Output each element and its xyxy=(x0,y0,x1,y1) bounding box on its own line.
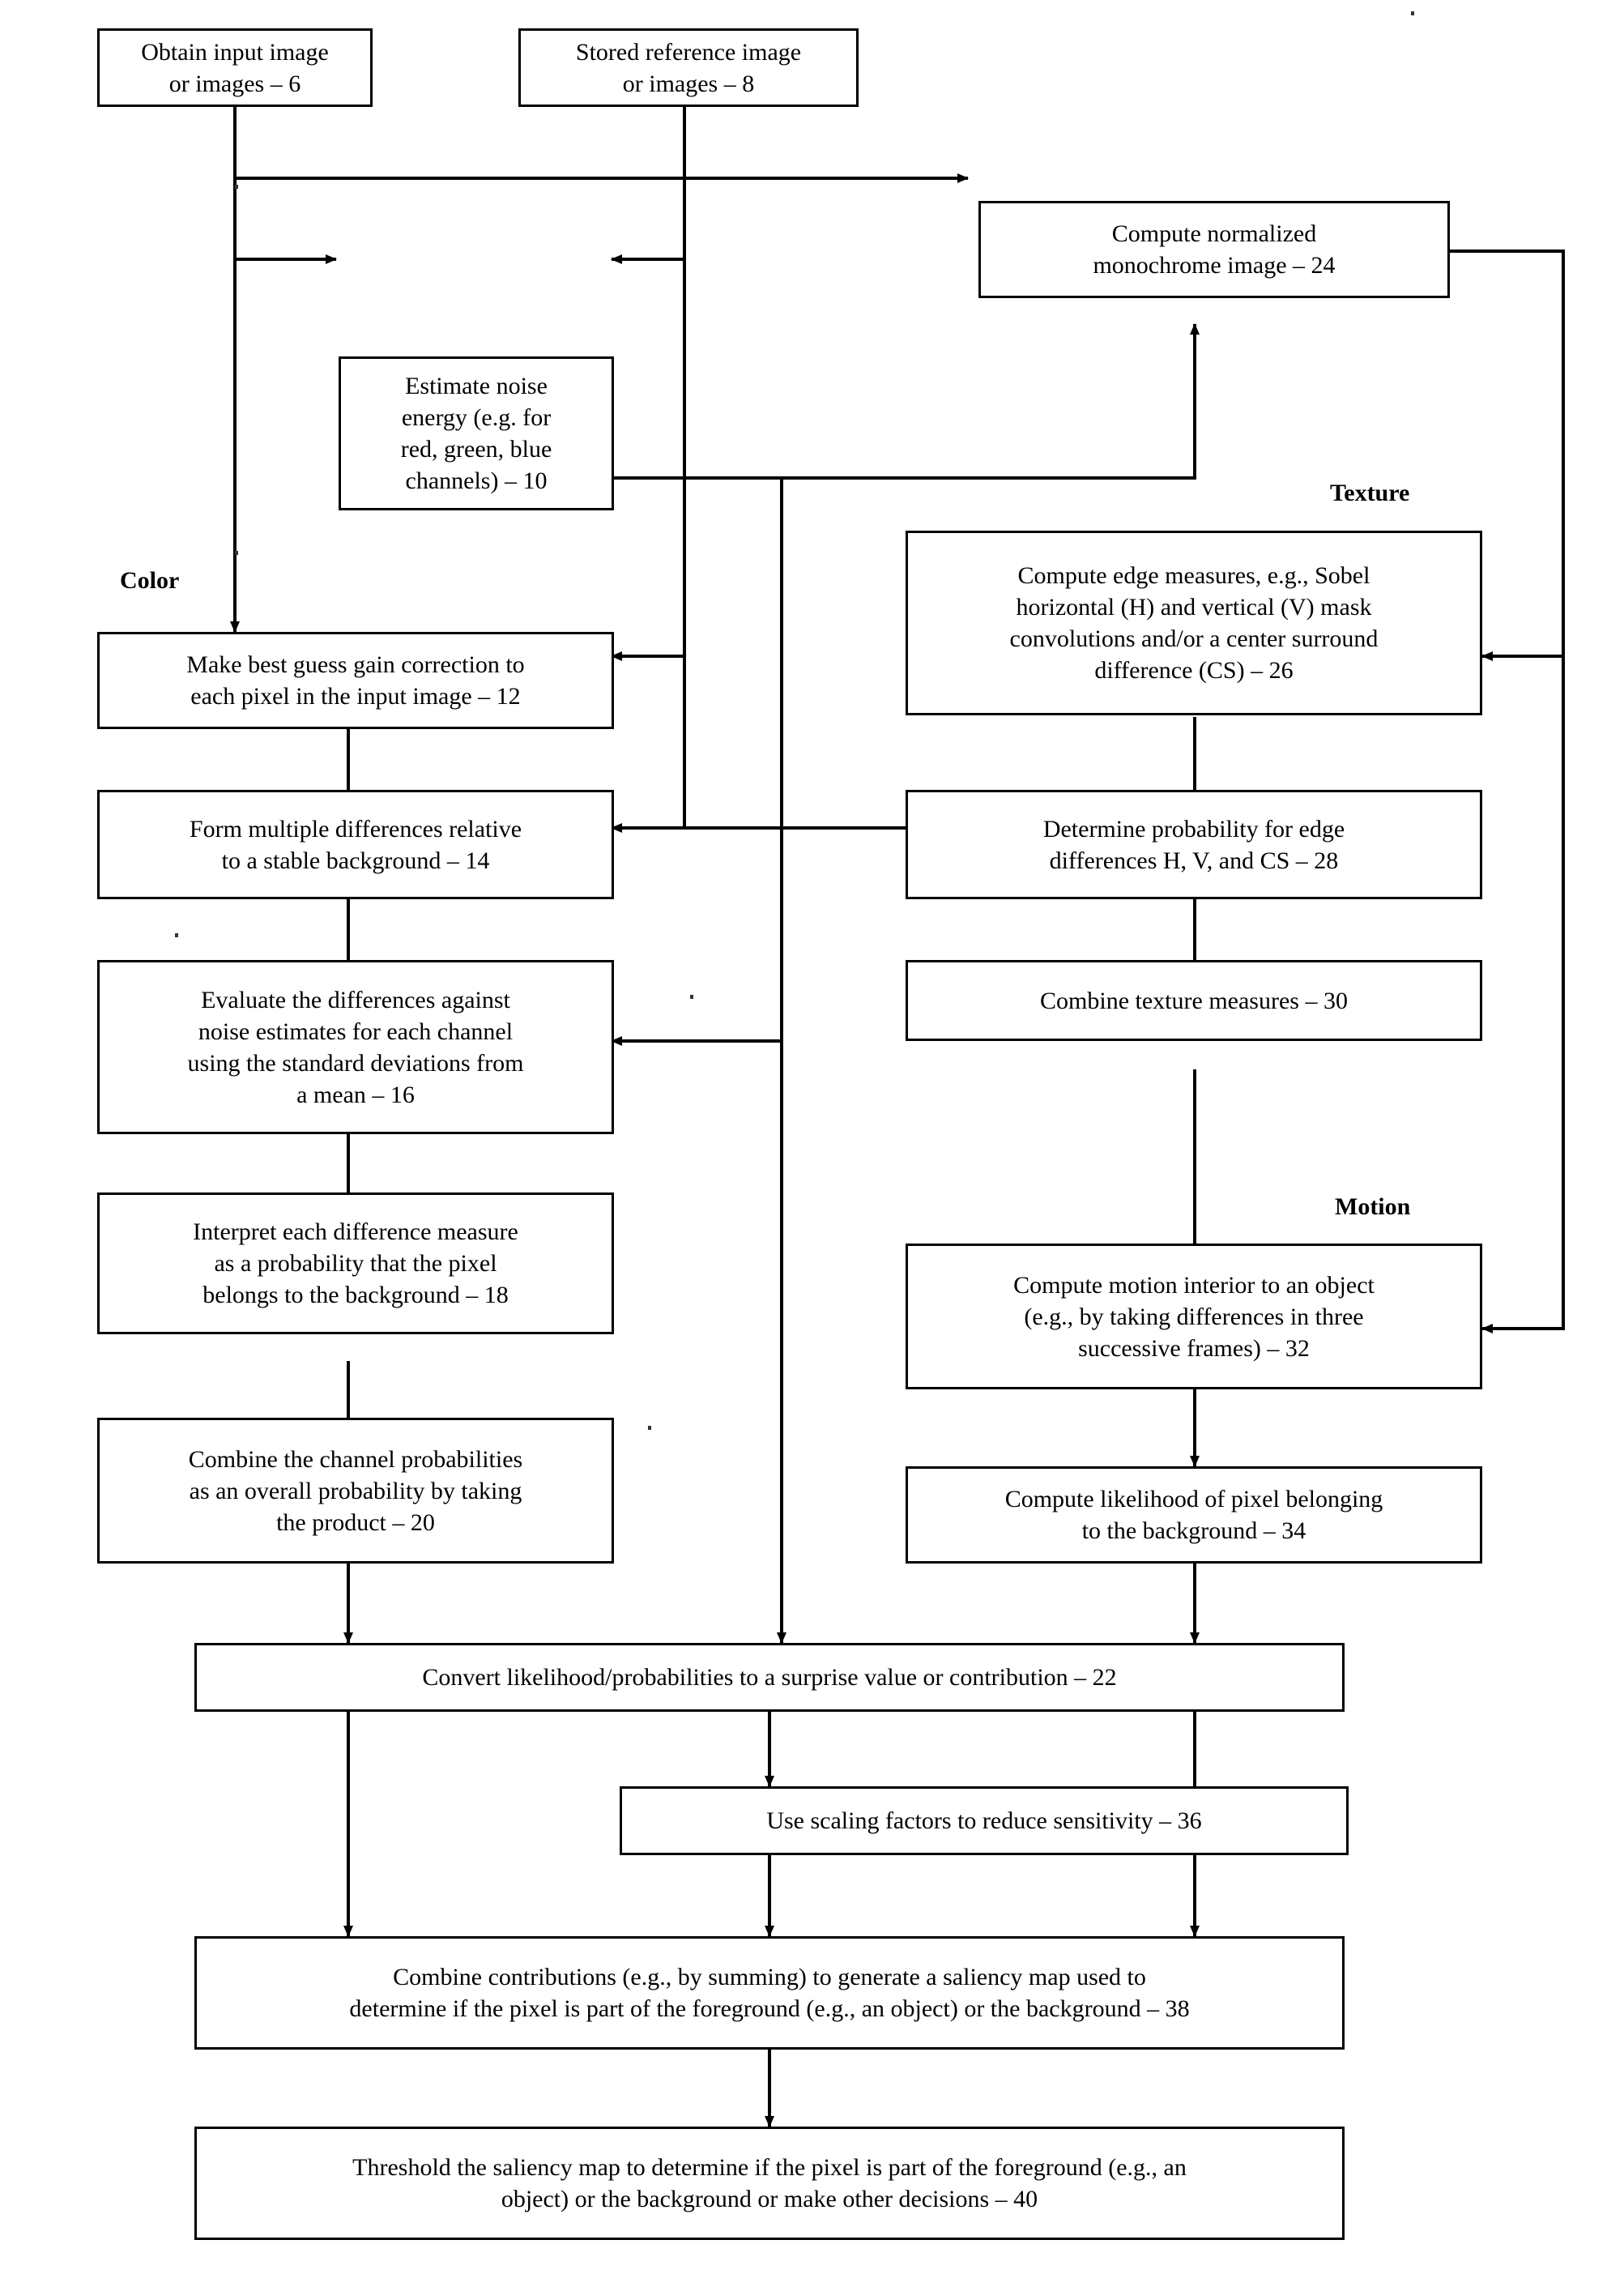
node-22: Convert likelihood/probabilities to a su… xyxy=(194,1643,1345,1712)
node-20: Combine the channel probabilities as an o… xyxy=(97,1418,614,1564)
node-30: Combine texture measures – 30 xyxy=(906,960,1482,1041)
scan-speck xyxy=(1411,11,1414,15)
node-36: Use scaling factors to reduce sensitivit… xyxy=(620,1786,1349,1855)
node-18-label: Interpret each difference measure as a pr… xyxy=(193,1218,518,1308)
scan-speck xyxy=(235,551,238,555)
node-28: Determine probability for edge difference… xyxy=(906,790,1482,899)
group-label-motion: Motion xyxy=(1335,1193,1411,1220)
node-40: Threshold the saliency map to determine … xyxy=(194,2127,1345,2240)
node-36-label: Use scaling factors to reduce sensitivit… xyxy=(766,1807,1202,1834)
node-34: Compute likelihood of pixel belonging to … xyxy=(906,1466,1482,1564)
node-34-label: Compute likelihood of pixel belonging to … xyxy=(1004,1486,1383,1544)
connector-layer xyxy=(230,105,1565,2127)
flowchart-page: Obtain input image or images – 6 Stored r… xyxy=(0,0,1624,2274)
node-8-label: Stored reference image or images – 8 xyxy=(575,38,802,97)
node-26: Compute edge measures, e.g., Sobel horizo… xyxy=(906,531,1482,715)
node-38: Combine contributions (e.g., by summing)… xyxy=(194,1936,1345,2050)
node-6: Obtain input image or images – 6 xyxy=(97,28,373,107)
group-label-color: Color xyxy=(120,567,180,594)
node-38-label: Combine contributions (e.g., by summing)… xyxy=(349,1964,1190,2022)
scan-speck xyxy=(235,185,238,189)
scan-speck xyxy=(690,995,693,999)
node-10: Estimate noise energy (e.g. for red, green… xyxy=(339,356,614,510)
node-28-label: Determine probability for edge difference… xyxy=(1042,815,1345,874)
node-20-label: Combine the channel probabilities as an o… xyxy=(188,1445,523,1536)
node-6-label: Obtain input image or images – 6 xyxy=(141,38,329,97)
node-22-label: Convert likelihood/probabilities to a su… xyxy=(422,1664,1117,1691)
node-14-label: Form multiple differences relative to a s… xyxy=(189,815,522,874)
group-label-texture: Texture xyxy=(1330,480,1410,506)
node-12-label: Make best guess gain correction to each p… xyxy=(186,651,525,710)
node-16: Evaluate the differences against noise es… xyxy=(97,960,614,1134)
node-12: Make best guess gain correction to each p… xyxy=(97,632,614,729)
node-14: Form multiple differences relative to a s… xyxy=(97,790,614,899)
node-40-label: Threshold the saliency map to determine … xyxy=(352,2154,1187,2212)
scan-speck xyxy=(648,1426,651,1430)
scan-speck xyxy=(175,933,178,937)
node-10-label: Estimate noise energy (e.g. for red, green… xyxy=(400,373,552,494)
node-24: Compute normalized monochrome image – 24 xyxy=(978,201,1450,298)
node-24-label: Compute normalized monochrome image – 24 xyxy=(1093,220,1336,279)
node-32-label: Compute motion interior to an object (e.g… xyxy=(1013,1271,1375,1362)
node-30-label: Combine texture measures – 30 xyxy=(1040,987,1348,1014)
node-18: Interpret each difference measure as a pr… xyxy=(97,1192,614,1334)
node-32: Compute motion interior to an object (e.g… xyxy=(906,1244,1482,1389)
node-26-label: Compute edge measures, e.g., Sobel horizo… xyxy=(1009,562,1379,684)
node-16-label: Evaluate the differences against noise es… xyxy=(187,986,524,1108)
node-8: Stored reference image or images – 8 xyxy=(518,28,859,107)
